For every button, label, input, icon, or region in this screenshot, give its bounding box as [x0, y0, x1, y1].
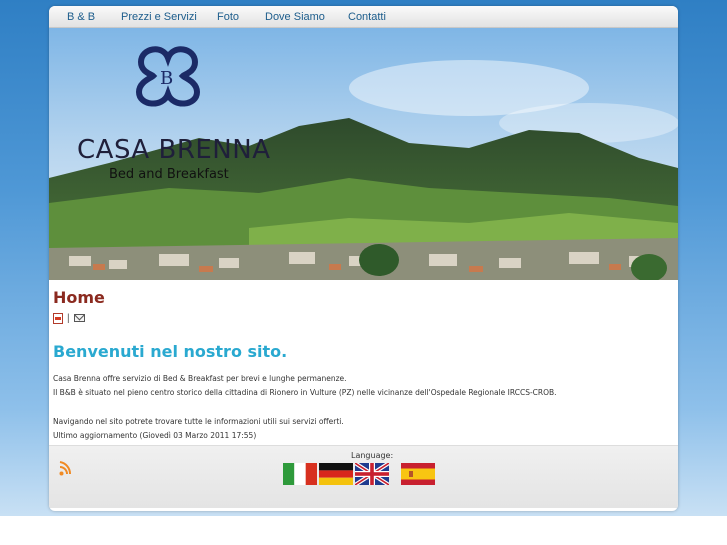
- svg-text:B: B: [160, 68, 173, 89]
- icons-separator: |: [67, 312, 70, 324]
- welcome-heading: Benvenuti nel nostro sito.: [53, 342, 288, 361]
- last-updated: Ultimo aggiornamento (Giovedì 03 Marzo 2…: [53, 431, 257, 440]
- page-title: Home: [53, 288, 105, 307]
- site-container: B & B Prezzi e Servizi Foto Dove Siamo C…: [49, 6, 678, 511]
- navigation-paragraph: Navigando nel sito potrete trovare tutte…: [53, 417, 344, 426]
- email-icon[interactable]: [73, 314, 85, 322]
- brand-subtitle: Bed and Breakfast: [109, 167, 229, 182]
- nav-bb[interactable]: B & B: [67, 11, 121, 23]
- german-flag[interactable]: [319, 463, 353, 485]
- pdf-icon[interactable]: [53, 312, 63, 324]
- rss-icon[interactable]: [59, 460, 71, 476]
- english-flag[interactable]: [355, 463, 389, 485]
- nav-contatti[interactable]: Contatti: [348, 11, 408, 23]
- nav-dove-siamo[interactable]: Dove Siamo: [265, 11, 348, 23]
- location-paragraph: Il B&B è situato nel pieno centro storic…: [53, 388, 557, 397]
- article-tools: |: [53, 312, 674, 324]
- brand-title: CASA BRENNA: [77, 135, 271, 165]
- language-flags: [283, 463, 437, 485]
- header-banner: B CASA BRENNA Bed and Breakfast: [49, 28, 678, 280]
- main-content: Home | Benvenuti nel nostro sito. Casa B…: [49, 280, 678, 446]
- top-navigation: B & B Prezzi e Servizi Foto Dove Siamo C…: [49, 6, 678, 28]
- b-logo-icon: B: [135, 46, 201, 107]
- nav-prezzi-e-servizi[interactable]: Prezzi e Servizi: [121, 11, 217, 23]
- intro-paragraph: Casa Brenna offre servizio di Bed & Brea…: [53, 374, 347, 383]
- spanish-flag[interactable]: [401, 463, 435, 485]
- nav-foto[interactable]: Foto: [217, 11, 265, 23]
- footer: Language:: [49, 446, 678, 508]
- italian-flag[interactable]: [283, 463, 317, 485]
- page-bottom-band: [0, 516, 727, 545]
- language-label: Language:: [351, 451, 394, 460]
